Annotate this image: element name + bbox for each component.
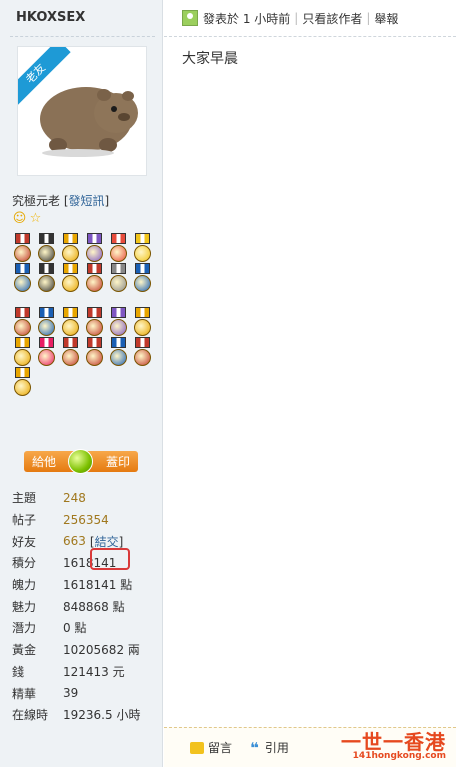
stat-row-power: 魄力 1618141 點: [12, 574, 162, 596]
watermark-url: 141hongkong.com: [352, 751, 446, 761]
smiley-icon: ☺: [12, 211, 27, 226]
medal-icon[interactable]: [60, 263, 81, 293]
medal-icon[interactable]: [84, 337, 105, 367]
stat-label: 錢: [12, 664, 25, 679]
author-username[interactable]: HKOXSEX: [16, 10, 85, 25]
rank-title: 究極元老: [12, 194, 61, 208]
author-stats: 主題 248 帖子 256354 好友 663 [結交] 積分 1618141 …: [12, 487, 162, 726]
medal-icon[interactable]: [84, 263, 105, 293]
add-friend-link[interactable]: 結交: [95, 535, 119, 549]
medal-icon[interactable]: [36, 337, 57, 367]
give-stamp-button[interactable]: 給他 蓋印: [24, 449, 138, 474]
medal-icon[interactable]: [36, 307, 57, 337]
stat-row-money: 錢 121413 元: [12, 661, 162, 683]
report-link[interactable]: 舉報: [374, 10, 398, 27]
divider: |: [366, 11, 371, 25]
stat-row-topics: 主題 248: [12, 487, 162, 509]
medal-icon[interactable]: [60, 307, 81, 337]
reply-button[interactable]: 留言: [208, 739, 232, 756]
quote-icon: ❝: [250, 738, 259, 757]
send-message-link[interactable]: 發短訊: [69, 194, 105, 208]
stat-value[interactable]: 256354: [63, 513, 109, 527]
stat-label: 魄力: [12, 578, 37, 593]
medal-icon[interactable]: [60, 233, 81, 263]
star-icon: ☆: [29, 211, 42, 226]
stat-row-online-time: 在線時 19236.5 小時: [12, 704, 162, 726]
stat-row-gold: 黃金 10205682 兩: [12, 639, 162, 661]
stat-value: 39: [63, 686, 79, 701]
stat-value: 121413 元: [63, 664, 125, 679]
medal-list: [12, 233, 157, 397]
red-highlight-circle: [90, 548, 130, 570]
post-info-bar: 發表於 1 小時前 | 只看該作者 | 舉報: [164, 0, 456, 37]
stat-label: 主題: [12, 491, 37, 506]
medal-icon[interactable]: [132, 307, 153, 337]
medal-icon[interactable]: [12, 337, 33, 367]
stat-row-charm: 魅力 848868 點: [12, 595, 162, 617]
medal-icon[interactable]: [132, 337, 153, 367]
quote-button[interactable]: 引用: [265, 739, 289, 756]
medal-icon[interactable]: [108, 233, 129, 263]
give-label: 給他: [32, 455, 57, 469]
level-icons: ☺ ☆: [12, 211, 43, 227]
stat-value[interactable]: 248: [63, 491, 86, 505]
medal-icon[interactable]: [108, 263, 129, 293]
stat-label: 帖子: [12, 513, 37, 528]
stat-label: 精華: [12, 686, 37, 701]
medal-row: [12, 337, 157, 367]
stat-label: 積分: [12, 556, 37, 571]
medal-icon[interactable]: [132, 233, 153, 263]
medal-row: [12, 307, 157, 337]
medal-icon[interactable]: [12, 307, 33, 337]
stat-row-posts: 帖子 256354: [12, 509, 162, 531]
medal-icon[interactable]: [36, 233, 57, 263]
medal-icon[interactable]: [36, 263, 57, 293]
stat-label: 黃金: [12, 643, 37, 658]
stat-label: 魅力: [12, 599, 37, 614]
medal-icon[interactable]: [12, 263, 33, 293]
medal-icon[interactable]: [108, 307, 129, 337]
stat-row-digest: 精華 39: [12, 682, 162, 704]
stat-value: 0 點: [63, 621, 87, 636]
online-user-icon: [182, 10, 198, 26]
sidebar-divider: [10, 36, 155, 37]
only-author-link[interactable]: 只看該作者: [302, 10, 362, 27]
stat-row-friends: 好友 663 [結交]: [12, 534, 124, 549]
green-ball-icon: [68, 449, 93, 474]
medal-icon[interactable]: [12, 233, 33, 263]
medal-icon[interactable]: [132, 263, 153, 293]
medal-icon[interactable]: [12, 367, 33, 397]
stat-value: 1618141 點: [63, 578, 133, 593]
medal-icon[interactable]: [108, 337, 129, 367]
stat-label: 在線時: [12, 708, 49, 723]
medal-row: [12, 263, 157, 293]
author-rank: 究極元老 [發短訊]: [12, 194, 110, 208]
divider: |: [294, 11, 299, 25]
site-watermark-logo: 一世一香港 141hongkong.com: [328, 726, 450, 764]
medal-icon[interactable]: [84, 233, 105, 263]
stat-label: 好友: [12, 534, 37, 549]
author-sidebar: HKOXSEX 老友 究極元老 [發短訊] ☺ ☆ 給他 蓋印 主題 248 帖…: [0, 0, 163, 767]
stat-label: 潛力: [12, 621, 37, 636]
post-main: 發表於 1 小時前 | 只看該作者 | 舉報 大家早晨 留言 ❝ 引用 一世一香…: [164, 0, 456, 767]
stat-row-points: 積分 1618141: [12, 552, 162, 574]
stat-row-potential: 潛力 0 點: [12, 617, 162, 639]
stat-value[interactable]: 663: [63, 534, 86, 548]
stamp-label: 蓋印: [105, 455, 130, 469]
post-time: 發表於 1 小時前: [203, 11, 291, 26]
comment-icon: [190, 741, 204, 754]
medal-icon[interactable]: [84, 307, 105, 337]
avatar[interactable]: 老友: [17, 46, 147, 176]
medal-row: [12, 367, 157, 397]
post-content: 大家早晨: [182, 51, 238, 67]
stat-value: 10205682 兩: [63, 643, 140, 658]
stat-value: 848868 點: [63, 599, 125, 614]
medal-icon[interactable]: [60, 337, 81, 367]
stat-value: 19236.5 小時: [63, 708, 141, 723]
medal-row: [12, 233, 157, 263]
